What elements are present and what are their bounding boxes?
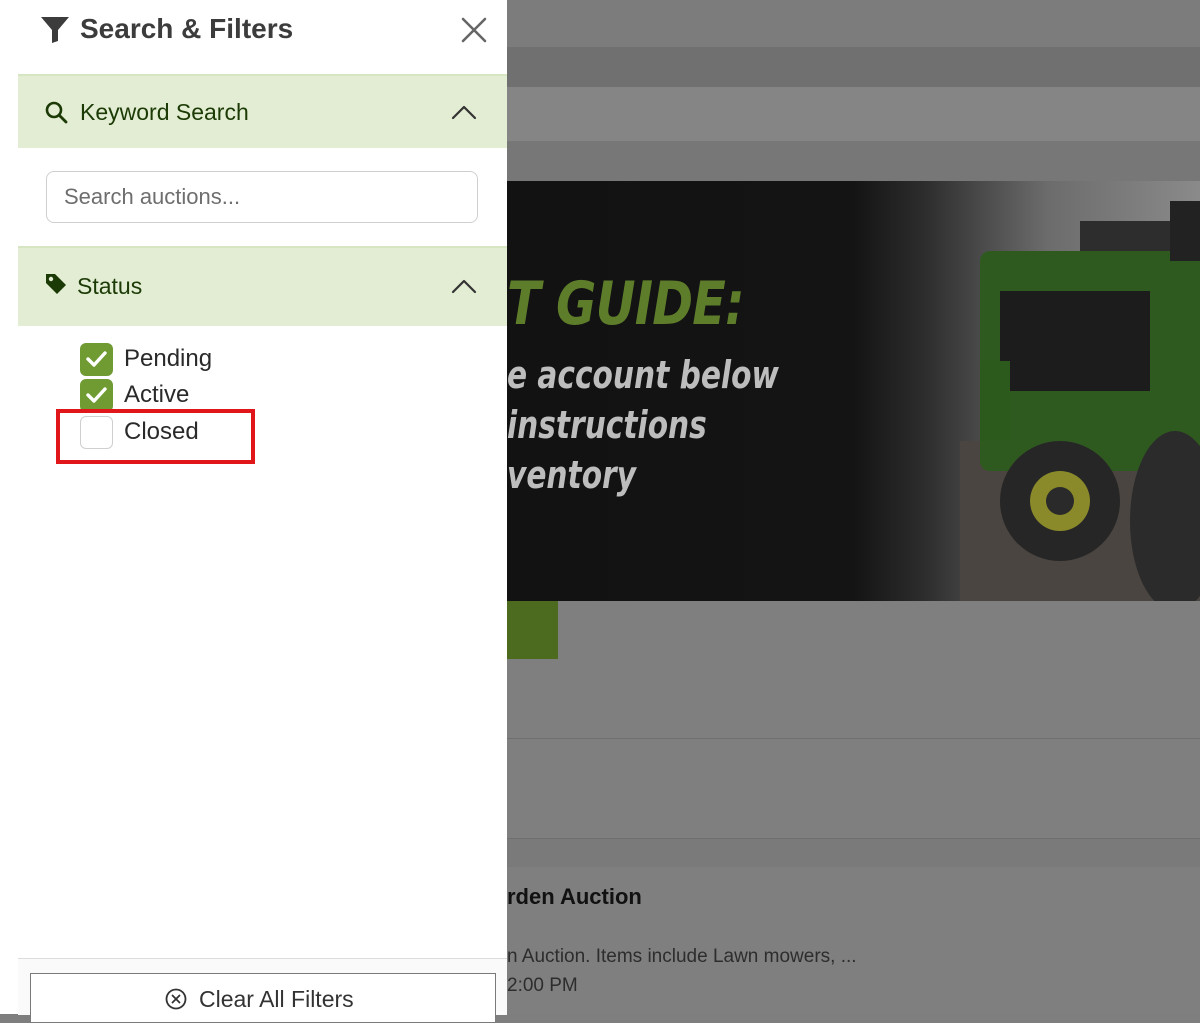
- panel-title: Search & Filters: [80, 13, 294, 44]
- chevron-up-icon[interactable]: [450, 102, 478, 122]
- status-section-toggle[interactable]: Status: [18, 246, 507, 326]
- background-band: [507, 839, 1200, 867]
- panel-header: Search & Filters: [0, 0, 507, 74]
- search-input[interactable]: [46, 171, 478, 223]
- close-icon[interactable]: [458, 14, 490, 46]
- listing-title: rden Auction: [507, 884, 642, 909]
- clear-all-filters-button[interactable]: Clear All Filters: [30, 973, 496, 1023]
- banner-line-1: e account below: [507, 353, 779, 397]
- status-option-active[interactable]: Active: [80, 379, 280, 413]
- status-option-label: Pending: [124, 345, 213, 372]
- search-icon: [45, 101, 68, 124]
- checkbox-unchecked[interactable]: [80, 416, 113, 449]
- clear-all-filters-label: Clear All Filters: [199, 986, 354, 1012]
- status-option-label: Closed: [124, 418, 199, 445]
- listing-description: n Auction. Items include Lawn mowers, ..…: [507, 946, 857, 967]
- checkbox-checked[interactable]: [80, 379, 113, 412]
- tag-icon: [46, 274, 66, 294]
- status-option-closed[interactable]: Closed: [80, 416, 280, 450]
- banner-line-3: ventory: [507, 453, 637, 497]
- keyword-search-label: Keyword Search: [80, 99, 249, 125]
- status-option-label: Active: [124, 381, 190, 408]
- status-option-pending[interactable]: Pending: [80, 343, 280, 377]
- banner-heading: T GUIDE:: [507, 269, 745, 339]
- checkbox-checked[interactable]: [80, 343, 113, 376]
- chevron-up-icon[interactable]: [450, 276, 478, 296]
- promo-banner: T GUIDE: e account below instructions ve…: [507, 181, 1200, 601]
- divider: [507, 738, 1200, 739]
- circle-x-icon: [165, 988, 187, 1010]
- status-label: Status: [77, 273, 143, 299]
- checkmark-icon: [86, 387, 107, 403]
- banner-line-2: instructions: [507, 403, 707, 447]
- background-green-button: [507, 601, 558, 659]
- checkmark-icon: [86, 351, 107, 367]
- filter-icon: [41, 17, 69, 43]
- panel-footer: Clear All Filters: [18, 958, 507, 1023]
- listing-time: 2:00 PM: [507, 975, 578, 996]
- filter-panel: Search & Filters Keyword Search Status: [0, 0, 507, 1023]
- tractor-image: [960, 201, 1200, 601]
- keyword-search-section-toggle[interactable]: Keyword Search: [18, 74, 507, 148]
